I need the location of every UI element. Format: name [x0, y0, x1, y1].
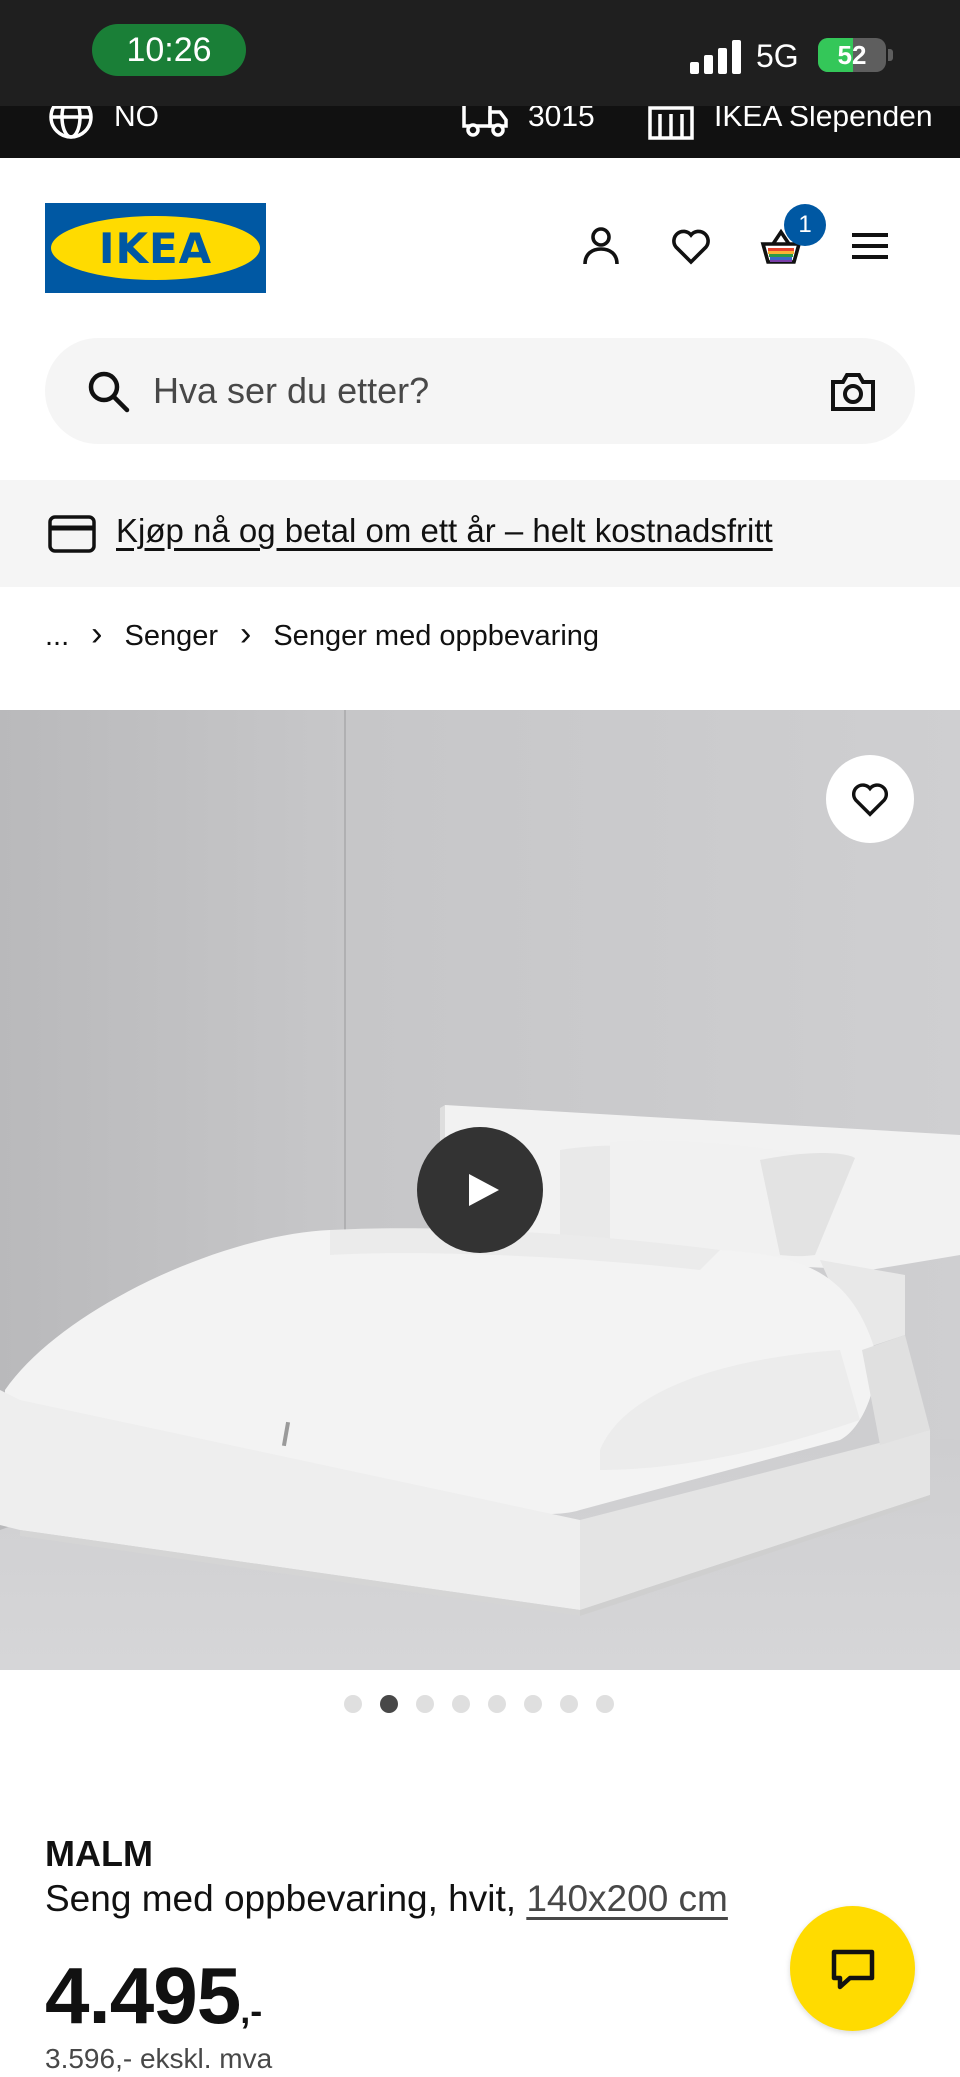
product-description: Seng med oppbevaring, hvit, 140x200 cm: [45, 1878, 728, 1920]
logo-text: IKEA: [98, 223, 213, 273]
carousel-dots: [344, 1695, 632, 1715]
status-time: 10:26: [92, 24, 246, 76]
postcode-selector[interactable]: 3015: [462, 106, 595, 140]
product-price: 4.495,-: [45, 1950, 262, 2042]
carousel-dot-7[interactable]: [560, 1695, 578, 1713]
breadcrumb-ellipsis[interactable]: ...: [45, 620, 69, 653]
search-icon: [88, 371, 130, 413]
carousel-dot-2[interactable]: [380, 1695, 398, 1713]
language-label: NO: [114, 106, 159, 133]
store-selector[interactable]: IKEA Slependen: [648, 106, 933, 140]
battery-indicator: 52: [818, 38, 886, 72]
truck-icon: [462, 106, 508, 137]
network-label: 5G: [756, 38, 799, 74]
hamburger-menu-icon: [852, 233, 888, 259]
favourites-button[interactable]: [663, 218, 719, 274]
utility-bar: NO 3015 IKEA Slependen: [0, 106, 960, 158]
add-to-favourites-button[interactable]: [826, 755, 914, 843]
account-button[interactable]: [573, 218, 629, 274]
carousel-dot-1[interactable]: [344, 1695, 362, 1713]
camera-icon[interactable]: [829, 368, 877, 414]
play-icon: [469, 1174, 499, 1206]
search-input[interactable]: [153, 364, 753, 418]
logo-oval: IKEA: [51, 216, 260, 280]
credit-card-icon: [48, 515, 96, 553]
price-main: 4.495: [45, 1951, 241, 2040]
carousel-dot-3[interactable]: [416, 1695, 434, 1713]
product-name: MALM: [45, 1833, 153, 1874]
payment-promo-banner: Kjøp nå og betal om ett år – helt kostna…: [0, 480, 960, 587]
battery-cap: [888, 49, 893, 61]
chevron-right-icon: ›: [91, 614, 103, 653]
breadcrumb-item-senger[interactable]: Senger: [125, 620, 219, 653]
carousel-dot-4[interactable]: [452, 1695, 470, 1713]
price-excl-vat: 3.596,- ekskl. mva: [45, 2043, 273, 2074]
battery-level: 52: [837, 39, 867, 70]
menu-button[interactable]: [842, 218, 898, 274]
breadcrumb-item-senger-med-oppbevaring[interactable]: Senger med oppbevaring: [273, 620, 599, 653]
heart-icon: [852, 783, 888, 817]
ikea-logo[interactable]: IKEA: [45, 203, 266, 293]
price-suffix: ,-: [240, 1990, 263, 2031]
store-label: IKEA Slependen: [714, 106, 933, 133]
carousel-dot-8[interactable]: [596, 1695, 614, 1713]
payment-promo-link[interactable]: Kjøp nå og betal om ett år – helt kostna…: [116, 512, 773, 550]
breadcrumb: ... › Senger › Senger med oppbevaring: [45, 614, 599, 656]
play-video-button[interactable]: [417, 1127, 543, 1253]
chevron-right-icon: ›: [240, 614, 252, 653]
person-icon: [583, 227, 619, 265]
store-icon: [648, 106, 694, 140]
search-bar: [45, 338, 915, 444]
chat-button[interactable]: [790, 1906, 915, 2031]
heart-icon: [672, 229, 710, 265]
postcode-label: 3015: [528, 106, 595, 133]
carousel-dot-5[interactable]: [488, 1695, 506, 1713]
product-size-link[interactable]: 140x200 cm: [526, 1878, 728, 1919]
cart-count-badge: 1: [784, 204, 826, 246]
globe-icon: [49, 106, 93, 139]
signal-icon: [690, 40, 741, 74]
chat-bubble-icon: [831, 1949, 874, 1989]
product-description-text: Seng med oppbevaring, hvit,: [45, 1878, 527, 1919]
carousel-dot-6[interactable]: [524, 1695, 542, 1713]
language-selector[interactable]: NO: [48, 106, 159, 140]
status-bar: 10:26 5G 52: [0, 0, 960, 106]
